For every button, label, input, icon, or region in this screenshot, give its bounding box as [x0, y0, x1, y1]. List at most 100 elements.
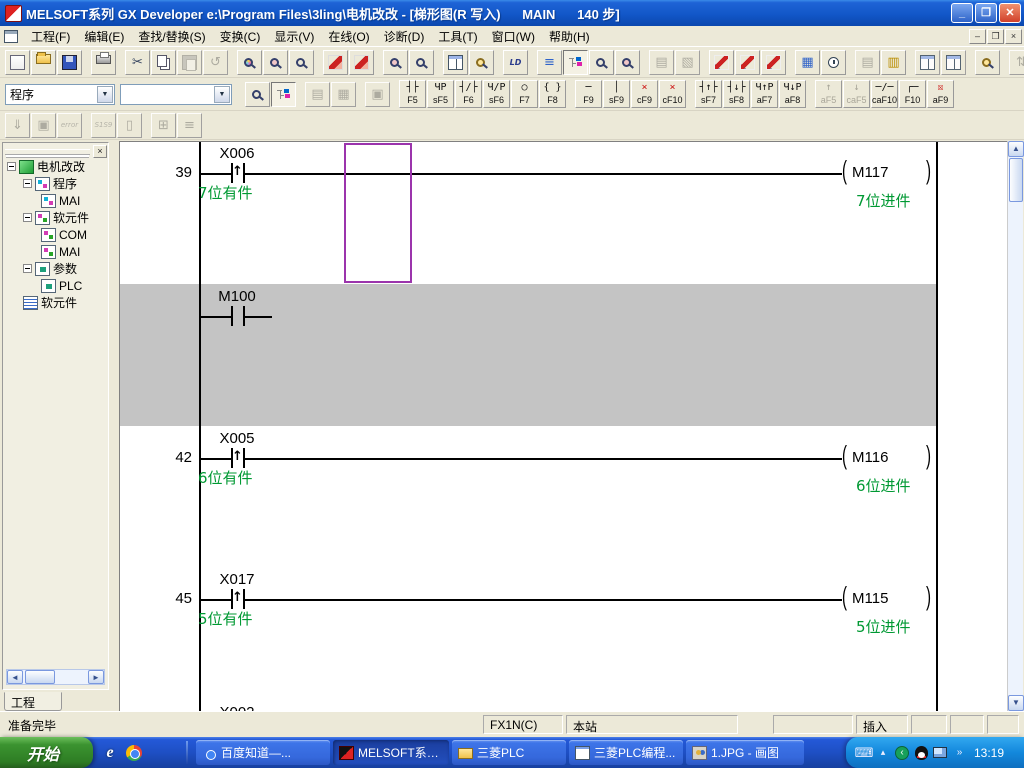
undo-button[interactable]: ↺	[203, 50, 228, 75]
fkey-caF5-button[interactable]: ↓caF5	[843, 80, 870, 108]
device-memory-button[interactable]: ▤	[305, 82, 330, 107]
device-test-button[interactable]	[709, 50, 734, 75]
edit-cursor-cell[interactable]	[344, 143, 412, 283]
menu-project[interactable]: 工程(F)	[24, 26, 77, 47]
scroll-left-arrow-icon[interactable]: ◄	[7, 670, 23, 684]
tree-item-parameter[interactable]: 参数	[3, 260, 108, 277]
coil-device[interactable]: M116	[852, 449, 888, 466]
child-restore-button[interactable]: ❐	[987, 29, 1004, 44]
task-baidu-zhidao[interactable]: 百度知道—...	[196, 740, 330, 765]
sfc-block-list-button[interactable]: ▣	[31, 113, 56, 138]
fkey-sF6-button[interactable]: Ч/РsF6	[483, 80, 510, 108]
child-window-icon[interactable]	[4, 30, 18, 43]
task-plc-document[interactable]: 三菱PLC编程...	[569, 740, 683, 765]
tree-item-main-program[interactable]: MAI	[3, 192, 108, 209]
fkey-cF9-button[interactable]: ×cF9	[631, 80, 658, 108]
combo-dropdown-arrow-icon[interactable]: ▼	[214, 86, 230, 103]
signal-tray-icon[interactable]: »	[951, 745, 967, 761]
tree-item-main-comment[interactable]: MAI	[3, 243, 108, 260]
verify-button[interactable]: ▣	[365, 82, 390, 107]
find-step-button[interactable]	[589, 50, 614, 75]
tile-window-button[interactable]	[443, 50, 468, 75]
ladder-editor[interactable]: 39 X006 ↑ 7位有件 ( M117 ) 7位进件 M100 42 X00…	[119, 141, 1007, 711]
minimize-button[interactable]: _	[951, 3, 973, 23]
step-number-button[interactable]: S1S9	[91, 113, 116, 138]
sfc-step-button[interactable]: ▧	[675, 50, 700, 75]
fkey-F10-button[interactable]: ┌─F10	[899, 80, 926, 108]
tree-display-button[interactable]	[271, 82, 296, 107]
close-button[interactable]: ✕	[999, 3, 1021, 23]
chrome-quicklaunch-icon[interactable]	[124, 743, 144, 763]
step-stop-button[interactable]: ▤	[855, 50, 880, 75]
rise-search-button[interactable]: ⇅	[1009, 50, 1024, 75]
fkey-sF5-button[interactable]: ЧРsF5	[427, 80, 454, 108]
hide-icons-arrow-icon[interactable]: ▴	[875, 745, 891, 761]
menu-edit[interactable]: 编辑(E)	[77, 26, 131, 47]
menu-window[interactable]: 窗口(W)	[485, 26, 542, 47]
fkey-sF8-button[interactable]: ┤↓├sF8	[723, 80, 750, 108]
sfc-sort-button[interactable]: ≡	[177, 113, 202, 138]
menu-find-replace[interactable]: 查找/替换(S)	[131, 26, 212, 47]
menu-convert[interactable]: 变换(C)	[213, 26, 268, 47]
forced-off-button[interactable]	[761, 50, 786, 75]
device-init-button[interactable]: ▦	[331, 82, 356, 107]
sfc-download-button[interactable]: ⇓	[5, 113, 30, 138]
menu-help[interactable]: 帮助(H)	[542, 26, 597, 47]
fkey-aF8-button[interactable]: Ч↓РaF8	[779, 80, 806, 108]
read-mode-button[interactable]	[383, 50, 408, 75]
scrollbar-thumb[interactable]	[25, 670, 55, 684]
scroll-right-arrow-icon[interactable]: ►	[88, 670, 104, 684]
fkey-aF5-button[interactable]: ↑aF5	[815, 80, 842, 108]
tree-panel-close-button[interactable]: ×	[93, 145, 107, 158]
data-type-combo[interactable]: 程序 ▼	[5, 84, 115, 105]
step-run-button[interactable]: ▥	[881, 50, 906, 75]
fkey-F9-button[interactable]: ─F9	[575, 80, 602, 108]
menu-view[interactable]: 显示(V)	[267, 26, 321, 47]
fkey-caF10-button[interactable]: ─/─caF10	[871, 80, 898, 108]
fkey-F8-button[interactable]: { }F8	[539, 80, 566, 108]
combo-dropdown-arrow-icon[interactable]: ▼	[97, 86, 113, 103]
device-search-combo[interactable]: ▼	[120, 84, 232, 105]
expander-icon[interactable]	[23, 179, 32, 188]
qq-tray-icon[interactable]	[913, 745, 929, 761]
task-paint[interactable]: 1.JPG - 画图	[686, 740, 804, 765]
fkey-F5-button[interactable]: ┤├F5	[399, 80, 426, 108]
restore-button[interactable]: ❐	[975, 3, 997, 23]
fkey-aF9-button[interactable]: ☒aF9	[927, 80, 954, 108]
monitor-write-mode-button[interactable]	[349, 50, 374, 75]
scrollbar-thumb[interactable]	[1009, 158, 1023, 202]
child-minimize-button[interactable]: –	[969, 29, 986, 44]
write-mode-button[interactable]	[323, 50, 348, 75]
find-replace-button[interactable]	[263, 50, 288, 75]
cut-button[interactable]: ✂	[125, 50, 150, 75]
program-check-button[interactable]	[469, 50, 494, 75]
sfc-monitor-button[interactable]: ▯	[117, 113, 142, 138]
tree-item-comment[interactable]: COM	[3, 226, 108, 243]
program-list-button[interactable]: ≡	[537, 50, 562, 75]
browser-tray-icon[interactable]: ‹	[894, 745, 910, 761]
fkey-aF7-button[interactable]: Ч↑РaF7	[751, 80, 778, 108]
menu-online[interactable]: 在线(O)	[321, 26, 376, 47]
keyboard-tray-icon[interactable]: ⌨	[856, 745, 872, 761]
fkey-sF7-button[interactable]: ┤↑├sF7	[695, 80, 722, 108]
vertical-scrollbar[interactable]: ▲ ▼	[1007, 141, 1023, 711]
child-close-button[interactable]: ×	[1005, 29, 1022, 44]
batch-monitor-button[interactable]: ▦	[795, 50, 820, 75]
coil-device[interactable]: M115	[852, 590, 888, 607]
fkey-F7-button[interactable]: ○F7	[511, 80, 538, 108]
tree-horizontal-scrollbar[interactable]: ◄ ►	[6, 669, 105, 685]
comment-edit-button[interactable]	[245, 82, 270, 107]
find-instruction-button[interactable]	[615, 50, 640, 75]
window-1-button[interactable]	[915, 50, 940, 75]
expander-icon[interactable]	[7, 162, 16, 171]
tree-item-program[interactable]: 程序	[3, 175, 108, 192]
network-tray-icon[interactable]	[932, 745, 948, 761]
fkey-cF10-button[interactable]: ×cF10	[659, 80, 686, 108]
ladder-display-button[interactable]: LD	[503, 50, 528, 75]
monitor-zoom-button[interactable]	[975, 50, 1000, 75]
panel-grip[interactable]	[5, 149, 90, 155]
scroll-up-arrow-icon[interactable]: ▲	[1008, 141, 1024, 157]
contact-bar[interactable]	[231, 306, 233, 326]
coil-device[interactable]: M117	[852, 164, 888, 181]
start-button[interactable]: 开始	[0, 737, 93, 768]
